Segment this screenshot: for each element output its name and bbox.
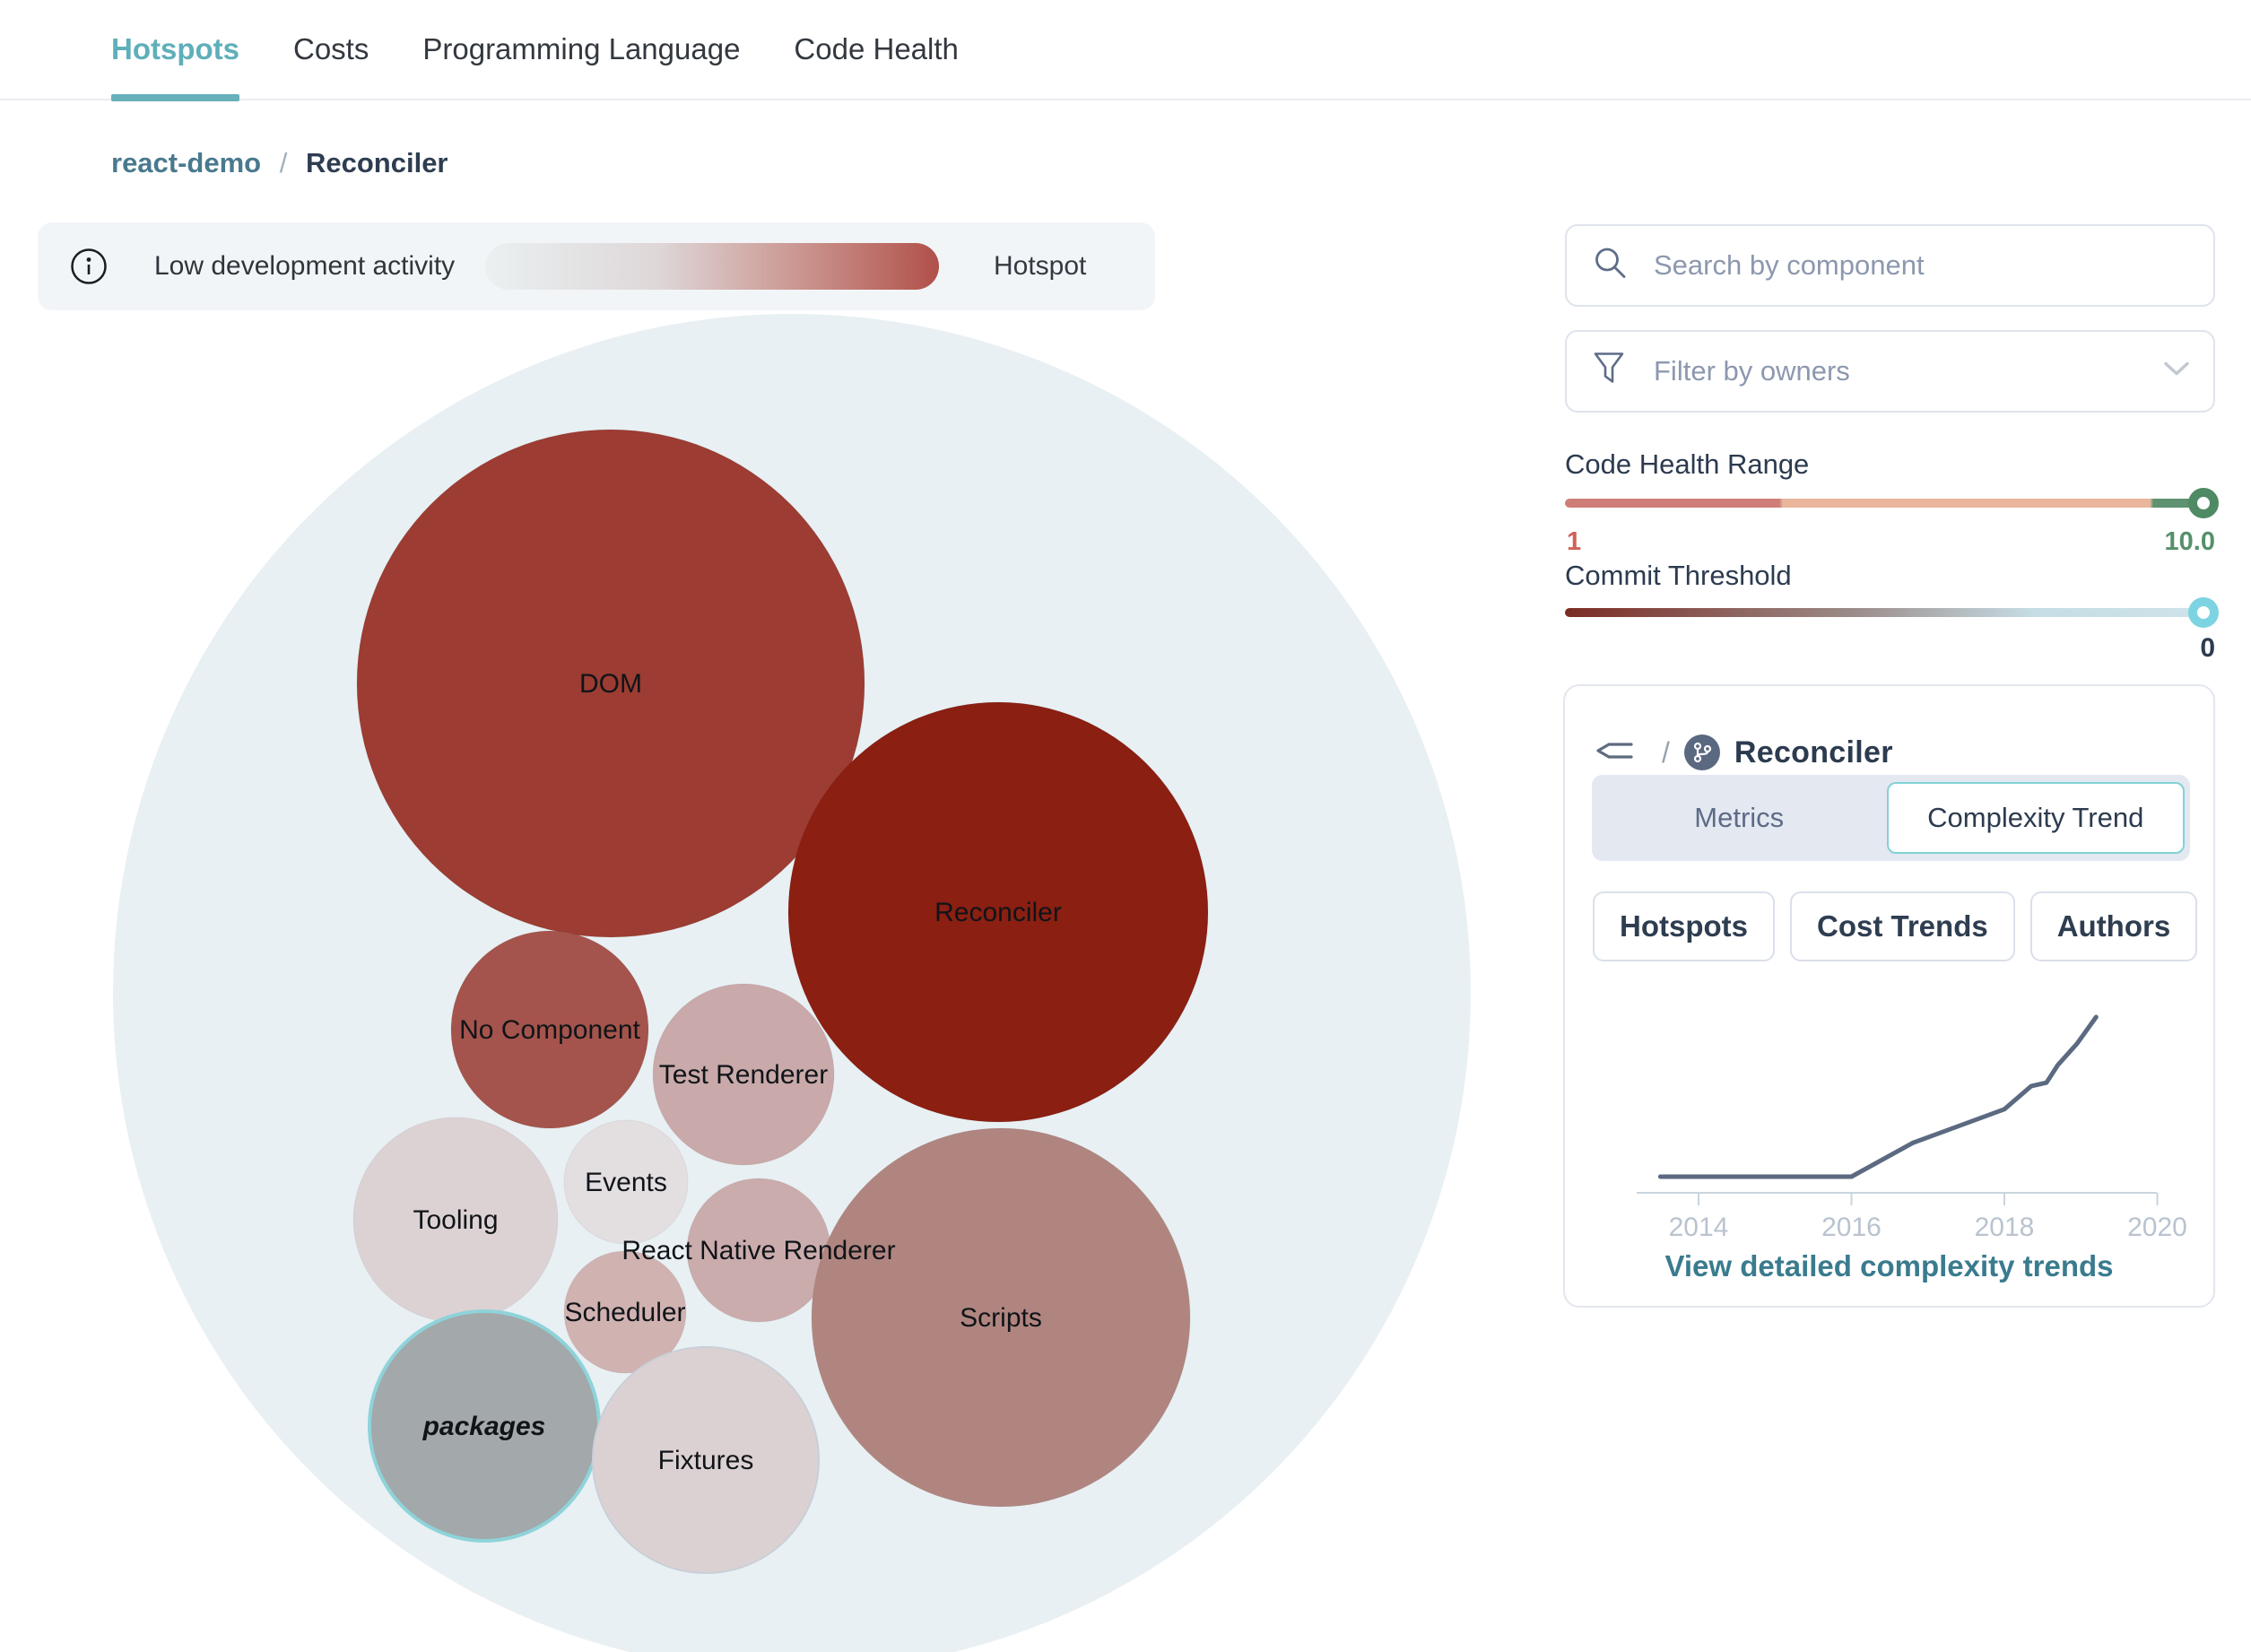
breadcrumb-current: Reconciler bbox=[305, 147, 448, 178]
x-axis-tick-label-2016: 2016 bbox=[1821, 1213, 1882, 1239]
bubble-label-scripts: Scripts bbox=[960, 1303, 1042, 1333]
x-axis-tick-label-2014: 2014 bbox=[1669, 1213, 1729, 1239]
bubble-label-scheduler: Scheduler bbox=[564, 1298, 685, 1327]
bubble-label-no-component: No Component bbox=[459, 1015, 640, 1045]
activity-gradient-bar bbox=[485, 243, 939, 290]
authors-button[interactable]: Authors bbox=[2029, 891, 2198, 961]
legend-hotspot-label: Hotspot bbox=[994, 251, 1087, 281]
x-axis-tick-label-2018: 2018 bbox=[1975, 1213, 2035, 1239]
component-detail-card: / Reconciler Metrics Complexity Trend Ho… bbox=[1563, 684, 2215, 1308]
chevron-down-icon bbox=[2163, 361, 2190, 382]
bubble-label-events: Events bbox=[585, 1168, 667, 1197]
tab-code-health[interactable]: Code Health bbox=[794, 0, 958, 100]
bubble-label-packages: packages bbox=[422, 1412, 546, 1441]
complexity-trend-chart: 2014 2016 2018 2020 bbox=[1637, 1014, 2187, 1239]
breadcrumb-separator: / bbox=[279, 147, 288, 178]
view-complexity-trends-link[interactable]: View detailed complexity trends bbox=[1565, 1249, 2213, 1283]
component-search-box bbox=[1565, 224, 2215, 307]
bubble-label-tooling: Tooling bbox=[413, 1205, 498, 1235]
complexity-trend-line bbox=[1657, 1014, 2099, 1179]
tab-programming-language[interactable]: Programming Language bbox=[422, 0, 740, 100]
code-health-max-value: 10.0 bbox=[2164, 527, 2215, 556]
search-input[interactable] bbox=[1654, 249, 2156, 282]
bubble-label-fixtures: Fixtures bbox=[658, 1446, 754, 1475]
detail-card-tab-group: Metrics Complexity Trend bbox=[1592, 775, 2190, 861]
tab-hotspots[interactable]: Hotspots bbox=[111, 0, 239, 101]
top-navigation: Hotspots Costs Programming Language Code… bbox=[0, 0, 2251, 101]
bubble-label-reconciler: Reconciler bbox=[934, 898, 1062, 927]
commit-threshold-value: 0 bbox=[2200, 633, 2215, 663]
search-icon bbox=[1592, 245, 1630, 287]
tab-complexity-trend[interactable]: Complexity Trend bbox=[1886, 782, 2185, 854]
x-axis-tick-label-2020: 2020 bbox=[2127, 1213, 2187, 1239]
owners-filter-dropdown[interactable]: Filter by owners bbox=[1565, 330, 2215, 413]
commit-threshold-label: Commit Threshold bbox=[1565, 560, 1792, 591]
hotspot-bubble-map: DOM Reconciler No Component Test Renderer Ev… bbox=[113, 314, 1471, 1652]
commit-threshold-slider[interactable] bbox=[1565, 597, 2219, 628]
code-health-range-slider[interactable] bbox=[1565, 488, 2219, 518]
card-breadcrumb-separator: / bbox=[1662, 735, 1670, 769]
tab-metrics[interactable]: Metrics bbox=[1592, 775, 1887, 861]
detail-card-header: / Reconciler bbox=[1594, 733, 1893, 772]
code-health-range-label: Code Health Range bbox=[1565, 448, 1810, 480]
breadcrumb-repo-link[interactable]: react-demo bbox=[111, 147, 261, 178]
code-health-slider-handle[interactable] bbox=[2188, 488, 2219, 518]
commit-threshold-slider-handle[interactable] bbox=[2188, 597, 2219, 628]
tab-costs[interactable]: Costs bbox=[293, 0, 369, 100]
legend-low-label: Low development activity bbox=[154, 251, 456, 281]
detail-card-title: Reconciler bbox=[1734, 735, 1893, 769]
cost-trends-button[interactable]: Cost Trends bbox=[1790, 891, 2015, 961]
back-arrow-icon[interactable] bbox=[1594, 734, 1635, 772]
code-health-min-value: 1 bbox=[1567, 527, 1582, 556]
breadcrumb: react-demo / Reconciler bbox=[111, 147, 448, 179]
page: { "nav": { "tabs": [ { "label": "Hotspot… bbox=[0, 0, 2251, 1652]
bubble-label-react-native-renderer: React Native Renderer bbox=[621, 1236, 895, 1265]
filter-funnel-icon bbox=[1592, 351, 1628, 393]
info-icon[interactable] bbox=[70, 248, 108, 285]
hotspots-button[interactable]: Hotspots bbox=[1593, 891, 1775, 961]
git-branch-icon bbox=[1683, 735, 1720, 770]
bubble-label-test-renderer: Test Renderer bbox=[659, 1060, 828, 1090]
detail-card-actions: Hotspots Cost Trends Authors bbox=[1593, 891, 2198, 961]
bubble-label-dom: DOM bbox=[579, 669, 642, 699]
owners-filter-label: Filter by owners bbox=[1654, 355, 1850, 387]
